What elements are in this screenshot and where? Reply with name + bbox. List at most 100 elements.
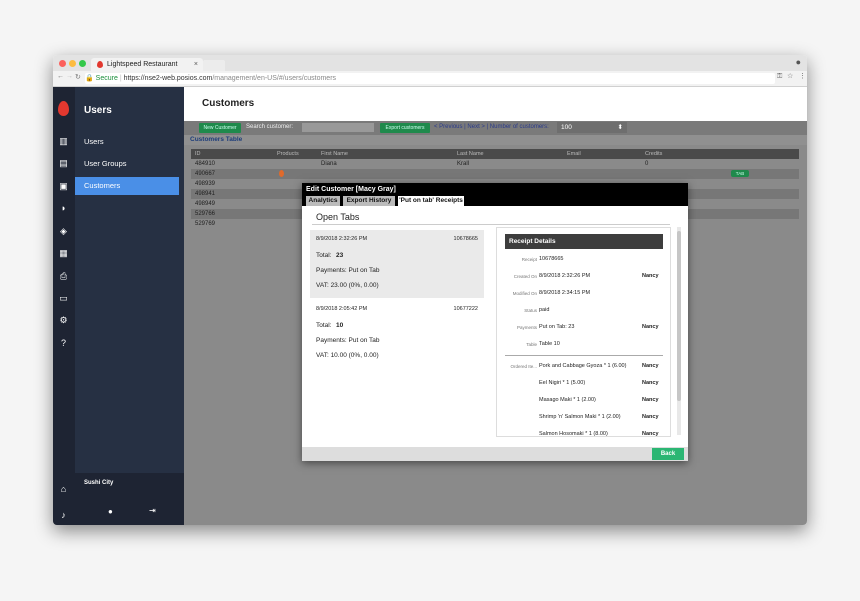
table-row[interactable]: 490667 TAB: [191, 169, 799, 179]
search-input[interactable]: [302, 123, 374, 132]
printer-icon[interactable]: ⎙: [59, 272, 68, 281]
modal-header: Edit Customer [Macy Gray] Analytics Expo…: [302, 183, 688, 206]
detail-value: 8/9/2018 2:32:26 PM: [539, 273, 591, 279]
tab-title: Lightspeed Restaurant: [107, 61, 178, 68]
new-customer-button[interactable]: New Customer: [199, 123, 241, 133]
sidebar-heading: Users: [84, 105, 112, 116]
page-size-value: 100: [561, 124, 572, 131]
modal-footer: [302, 447, 688, 461]
location-name[interactable]: Sushi City: [84, 480, 113, 486]
bell-icon[interactable]: ♪: [59, 511, 68, 520]
detail-owner: Nancy: [642, 324, 659, 330]
receipt-payments: Payments: Put on Tab: [316, 267, 380, 274]
page-title: Customers: [202, 98, 255, 109]
column-first-name[interactable]: First Name: [321, 149, 348, 159]
pagination-links[interactable]: < Previous | Next > | Number of customer…: [434, 124, 549, 130]
row-id: 529769: [195, 221, 216, 227]
detail-label: Created On: [513, 274, 537, 279]
lock-icon: 🔒: [85, 75, 94, 82]
reports-icon[interactable]: ▥: [59, 137, 68, 146]
ordered-item-owner: Nancy: [642, 431, 659, 437]
clipboard-icon[interactable]: ▤: [59, 159, 68, 168]
maximize-window-button[interactable]: [79, 60, 86, 67]
users-card-icon[interactable]: ▣: [59, 182, 68, 191]
row-id: 484910: [195, 161, 216, 167]
layers-icon[interactable]: ◈: [59, 227, 68, 236]
table-row[interactable]: 484910 Diana Krall 0: [191, 159, 799, 169]
minimize-window-button[interactable]: [69, 60, 76, 67]
open-tabs-title: Open Tabs: [316, 212, 360, 222]
back-arrow-icon[interactable]: ←: [57, 73, 64, 80]
receipt-card[interactable]: 8/9/2018 2:32:26 PM 10678665 Total: 23 P…: [310, 230, 484, 298]
settings-gear-icon[interactable]: ⚙: [59, 316, 68, 325]
detail-label: Status: [524, 308, 537, 313]
sidebar-item-users[interactable]: Users: [75, 133, 184, 151]
receipt-card[interactable]: 8/9/2018 2:05:42 PM 10677222 Total: 10 P…: [310, 300, 484, 368]
receipt-date: 8/9/2018 2:05:42 PM: [316, 306, 368, 312]
logout-icon[interactable]: ⇥: [149, 506, 156, 515]
profile-icon[interactable]: ●: [796, 57, 801, 67]
modal-scroll-thumb[interactable]: [677, 231, 681, 401]
row-credits: 0: [645, 161, 649, 167]
browser-titlebar: Lightspeed Restaurant × ●: [53, 55, 807, 71]
details-divider: [505, 355, 663, 356]
ordered-item: Salmon Hosomaki * 1 (8.00): [539, 431, 608, 437]
column-id[interactable]: ID: [195, 149, 201, 159]
receipt-number: 10678665: [453, 236, 478, 242]
forward-arrow-icon[interactable]: →: [66, 73, 73, 80]
ordered-item: Pork and Cabbage Gyoza * 1 (6.00): [539, 363, 627, 369]
export-customers-button[interactable]: Export customers: [380, 123, 430, 133]
receipt-total-label: Total:: [316, 252, 332, 259]
tab-export-history[interactable]: Export History: [343, 196, 395, 206]
receipt-number: 10677222: [453, 306, 478, 312]
receipt-details-panel: Receipt Details Receipt 10678665 Created…: [496, 227, 671, 437]
table-header: ID Products First Name Last Name Email C…: [191, 149, 799, 159]
help-icon[interactable]: ?: [59, 339, 68, 348]
detail-label: Receipt: [521, 257, 537, 262]
back-button[interactable]: Back: [652, 448, 684, 460]
ordered-item: Masago Maki * 1 (2.00): [539, 397, 596, 403]
receipt-date: 8/9/2018 2:32:26 PM: [316, 236, 368, 242]
sidebar-footer: Sushi City ● ⇥: [75, 473, 184, 525]
reload-icon[interactable]: ↻: [75, 73, 81, 81]
section-divider: [312, 224, 670, 225]
tab-analytics[interactable]: Analytics: [306, 196, 340, 206]
browser-tab[interactable]: Lightspeed Restaurant ×: [91, 58, 203, 71]
receipt-total: 10: [336, 322, 344, 329]
address-bar[interactable]: 🔒 Secure | https://nse2-web.posios.com/m…: [85, 73, 775, 84]
row-id: 490667: [195, 171, 216, 177]
column-credits[interactable]: Credits: [645, 149, 662, 159]
detail-value: 10678665: [539, 256, 564, 262]
sidebar: Users Users User Groups Customers Sushi …: [75, 87, 184, 525]
customers-toolbar: New Customer Search customer: Export cus…: [184, 121, 807, 135]
page-size-select[interactable]: 100 ⬍: [557, 122, 627, 133]
account-icon[interactable]: ●: [108, 507, 113, 516]
sidebar-item-customers[interactable]: Customers: [75, 177, 179, 195]
column-email[interactable]: Email: [567, 149, 581, 159]
column-last-name[interactable]: Last Name: [457, 149, 484, 159]
close-window-button[interactable]: [59, 60, 66, 67]
detail-owner: Nancy: [642, 273, 659, 279]
star-icon[interactable]: ☆: [787, 72, 793, 80]
receipt-vat: VAT: 23.00 (0%, 0.00): [316, 282, 379, 289]
tab-badge: TAB: [731, 170, 749, 177]
close-tab-icon[interactable]: ×: [194, 58, 198, 71]
product-icon: [279, 170, 284, 177]
new-tab-button[interactable]: [203, 60, 225, 71]
column-products[interactable]: Products: [277, 149, 299, 159]
lightspeed-logo-icon: [97, 61, 103, 68]
devices-icon[interactable]: ▦: [59, 249, 68, 258]
chevron-down-icon: ⬍: [617, 124, 623, 131]
detail-label: Modified On: [512, 291, 537, 296]
store-icon[interactable]: ⌂: [59, 485, 68, 494]
row-first-name: Diana: [321, 161, 337, 167]
tab-put-on-tab-receipts[interactable]: 'Put on tab' Receipts: [398, 196, 464, 206]
icon-rail: ▥ ▤ ▣ ◗ ◈ ▦ ⎙ ▭ ⚙ ? ⌂ ♪: [53, 87, 75, 525]
row-id: 498939: [195, 181, 216, 187]
key-icon[interactable]: ⚿: [777, 73, 782, 81]
card-icon[interactable]: ▭: [59, 294, 68, 303]
sidebar-item-user-groups[interactable]: User Groups: [75, 155, 184, 173]
receipt-total: 23: [336, 252, 344, 259]
payments-icon[interactable]: ◗: [59, 204, 68, 213]
menu-icon[interactable]: ⋮: [799, 72, 806, 80]
